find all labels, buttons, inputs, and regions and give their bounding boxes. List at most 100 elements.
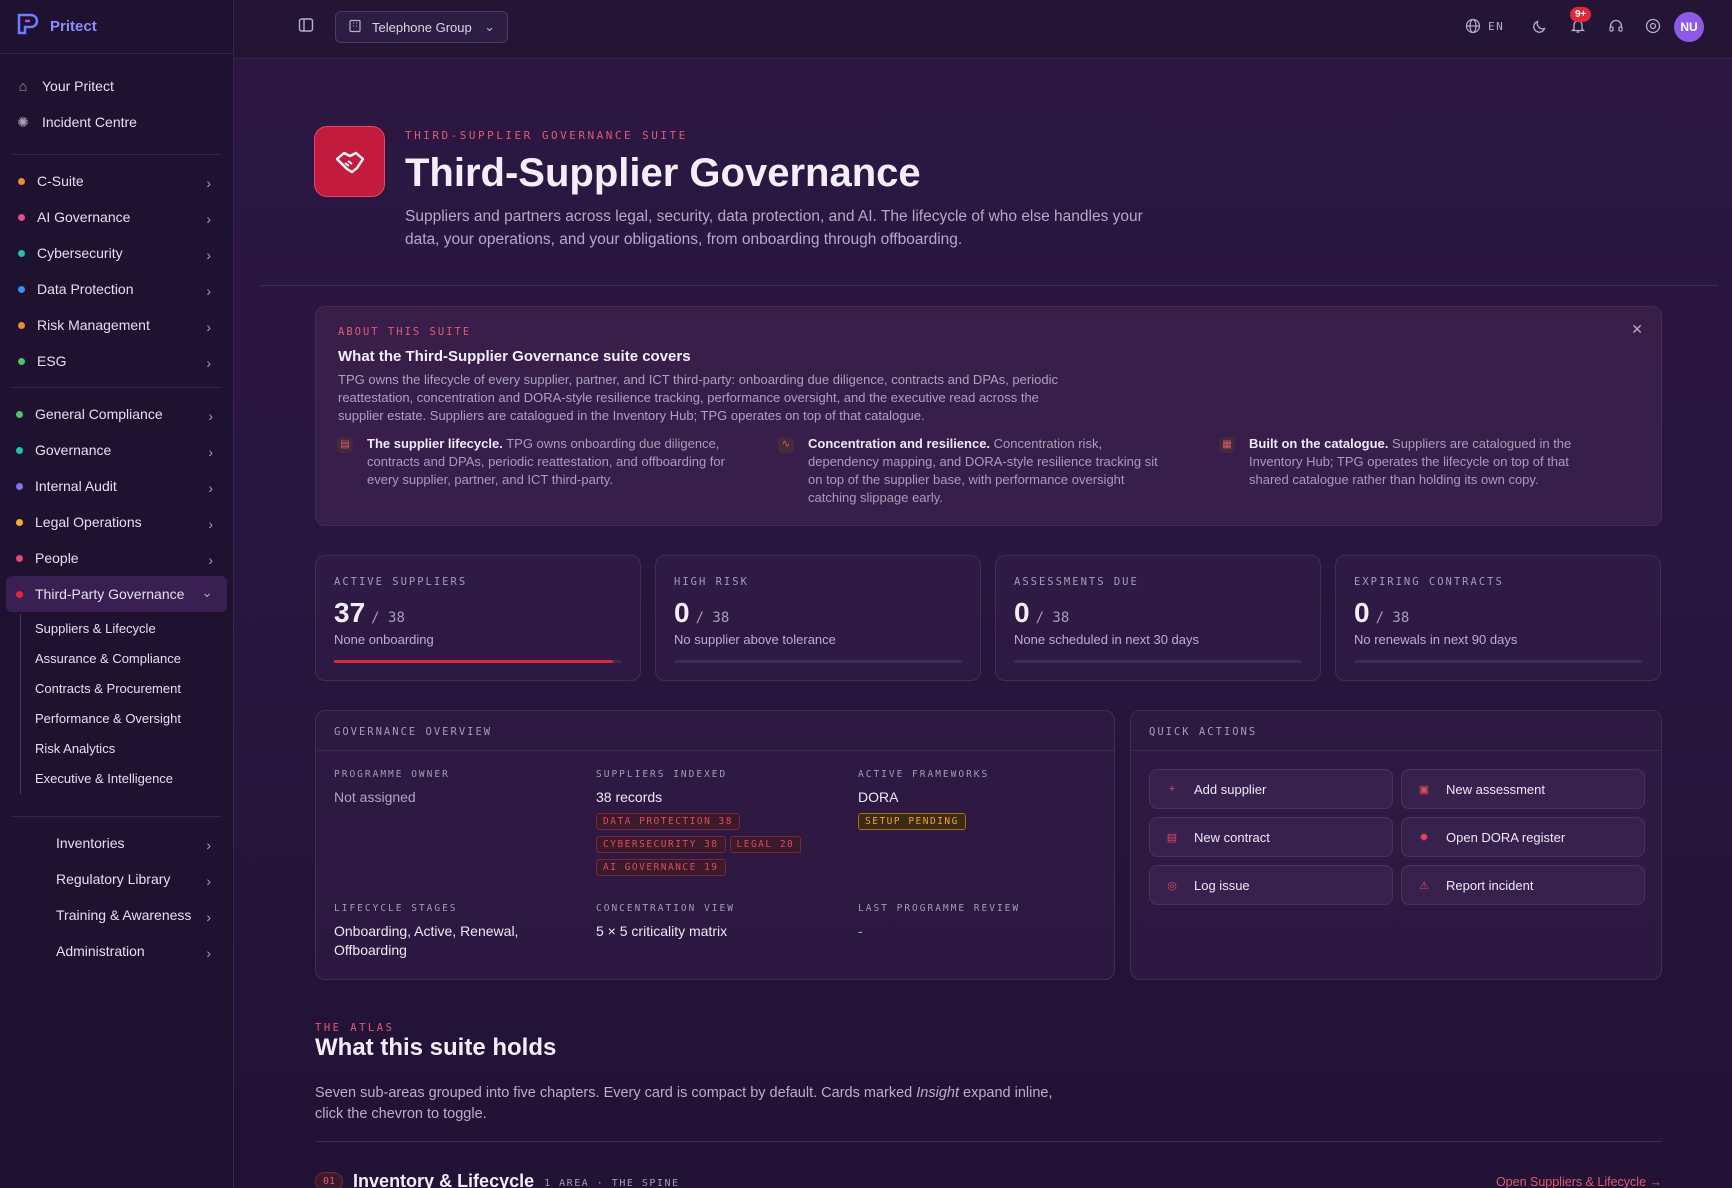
about-column-resilience: ∿ Concentration and resilience. Concentr… <box>778 435 1168 507</box>
stat-label: ACTIVE SUPPLIERS <box>334 576 468 588</box>
nav-administration[interactable]: Administration › <box>8 933 225 969</box>
new-assessment-button[interactable]: ▣ New assessment <box>1401 769 1645 809</box>
close-icon[interactable]: ✕ <box>1631 321 1643 338</box>
chevron-right-icon: › <box>206 837 211 853</box>
clipboard-icon: ▣ <box>1418 783 1430 796</box>
new-contract-button[interactable]: ▤ New contract <box>1149 817 1393 857</box>
nav-legal-operations[interactable]: Legal Operations › <box>6 504 227 540</box>
nav-label: Risk Management <box>37 317 150 333</box>
about-title: What the Third-Supplier Governance suite… <box>338 348 691 365</box>
divider <box>12 154 221 155</box>
atlas-desc-emphasis: Insight <box>916 1085 959 1101</box>
globe-icon[interactable] <box>1465 18 1481 39</box>
tag-cybersecurity: CYBERSECURITY 38 <box>596 836 726 853</box>
chevron-right-icon: › <box>206 945 211 961</box>
field-value: Not assigned <box>334 789 416 805</box>
subnav-item[interactable]: Suppliers & Lifecycle <box>35 614 233 644</box>
nav-general-compliance[interactable]: General Compliance › <box>6 396 227 432</box>
nav-risk-management[interactable]: Risk Management › <box>8 307 225 343</box>
nav-people[interactable]: People › <box>6 540 227 576</box>
stat-progress-fill <box>334 660 614 663</box>
stat-subtext: None onboarding <box>334 632 434 647</box>
language-code[interactable]: EN <box>1488 20 1504 33</box>
color-dot <box>16 518 23 526</box>
stat-value: 0 <box>1014 597 1030 628</box>
tag-ai-governance: AI GOVERNANCE 19 <box>596 859 726 876</box>
chapter-number: 01 <box>315 1172 344 1188</box>
document-icon: ▤ <box>1166 831 1178 844</box>
nav-c-suite[interactable]: C-Suite › <box>8 163 225 199</box>
nav-internal-audit[interactable]: Internal Audit › <box>6 468 227 504</box>
report-incident-button[interactable]: ⚠ Report incident <box>1401 865 1645 905</box>
stat-card: ACTIVE SUPPLIERS 37 / 38 None onboarding <box>315 555 641 681</box>
color-dot <box>16 446 23 454</box>
main-content: THIRD-SUPPLIER GOVERNANCE SUITE Third-Su… <box>234 59 1732 1188</box>
about-description: TPG owns the lifecycle of every supplier… <box>338 372 1058 423</box>
color-dot <box>16 482 23 490</box>
open-dora-register-button[interactable]: ✹ Open DORA register <box>1401 817 1645 857</box>
nav-incident-centre[interactable]: ✺ Incident Centre <box>8 104 225 140</box>
column-title: Built on the catalogue. <box>1249 436 1389 451</box>
chapter-title: Inventory & Lifecycle <box>353 1171 535 1188</box>
brand[interactable]: Pritect <box>0 0 233 54</box>
topbar: Telephone Group ⌄ EN 9+ NU <box>234 0 1732 59</box>
headset-icon[interactable] <box>1608 18 1624 39</box>
third-party-subnav: Suppliers & Lifecycle Assurance & Complia… <box>20 614 233 794</box>
nav-label: People <box>35 550 79 566</box>
about-column-lifecycle: ▤ The supplier lifecycle. TPG owns onboa… <box>337 435 727 489</box>
organisation-selector[interactable]: Telephone Group ⌄ <box>335 11 508 43</box>
atlas-title: What this suite holds <box>315 1034 557 1061</box>
nav-label: Your Pritect <box>42 78 114 94</box>
chevron-right-icon: › <box>208 552 213 568</box>
nav-third-party-governance[interactable]: Third-Party Governance ⌄ <box>6 576 227 612</box>
nav-label: Cybersecurity <box>37 245 123 261</box>
chevron-right-icon: › <box>206 873 211 889</box>
nav-label: Internal Audit <box>35 478 117 494</box>
nav-label: General Compliance <box>35 406 163 422</box>
nav-cybersecurity[interactable]: Cybersecurity › <box>8 235 225 271</box>
field-value: Onboarding, Active, Renewal, Offboarding <box>334 923 519 958</box>
help-lifebuoy-icon[interactable] <box>1645 18 1661 39</box>
atlas-desc-part: Seven sub-areas grouped into five chapte… <box>315 1085 917 1101</box>
quick-actions-card: QUICK ACTIONS + Add supplier ▣ New assessm… <box>1130 710 1662 980</box>
moon-icon[interactable] <box>1532 18 1548 39</box>
nav-label: Third-Party Governance <box>35 586 185 602</box>
nav-ai-governance[interactable]: AI Governance › <box>8 199 225 235</box>
subnav-item[interactable]: Risk Analytics <box>35 734 233 764</box>
log-issue-button[interactable]: ◎ Log issue <box>1149 865 1393 905</box>
open-suppliers-link[interactable]: Open Suppliers & Lifecycle → <box>1496 1175 1662 1188</box>
overview-label: GOVERNANCE OVERVIEW <box>334 726 493 738</box>
add-supplier-button[interactable]: + Add supplier <box>1149 769 1393 809</box>
suppliers-indexed-field: SUPPLIERS INDEXED 38 records DATA PROTEC… <box>596 769 836 876</box>
nav-label: Inventories <box>56 835 125 851</box>
button-label: Report incident <box>1446 877 1534 893</box>
stat-subtext: None scheduled in next 30 days <box>1014 632 1200 647</box>
nav-training-awareness[interactable]: Training & Awareness › <box>8 897 225 933</box>
sidebar-toggle-icon[interactable] <box>298 17 314 38</box>
organisation-name: Telephone Group <box>372 19 472 35</box>
subnav-item[interactable]: Executive & Intelligence <box>35 764 233 794</box>
nav-regulatory-library[interactable]: Regulatory Library › <box>8 861 225 897</box>
stat-total: / 38 <box>371 610 405 626</box>
stat-progress-bar <box>1014 660 1302 663</box>
nav-governance[interactable]: Governance › <box>6 432 227 468</box>
about-column-catalogue: ▦ Built on the catalogue. Suppliers are … <box>1219 435 1609 489</box>
user-avatar[interactable]: NU <box>1674 12 1704 42</box>
concentration-view-field: CONCENTRATION VIEW 5 × 5 criticality mat… <box>596 903 836 941</box>
subnav-item[interactable]: Contracts & Procurement <box>35 674 233 704</box>
siren-icon: ✺ <box>17 113 29 130</box>
nav-data-protection[interactable]: Data Protection › <box>8 271 225 307</box>
stat-value-row: 0 / 38 <box>1354 597 1409 629</box>
stat-card: EXPIRING CONTRACTS 0 / 38 No renewals in ne… <box>1335 555 1661 681</box>
nav-your-pritect[interactable]: ⌂ Your Pritect <box>8 68 225 104</box>
nav-label: AI Governance <box>37 209 131 225</box>
nav-esg[interactable]: ESG › <box>8 343 225 379</box>
divider <box>315 1141 1662 1142</box>
nav-inventories[interactable]: Inventories › <box>8 825 225 861</box>
chevron-right-icon: › <box>206 355 211 371</box>
subnav-item[interactable]: Assurance & Compliance <box>35 644 233 674</box>
subnav-item[interactable]: Performance & Oversight <box>35 704 233 734</box>
